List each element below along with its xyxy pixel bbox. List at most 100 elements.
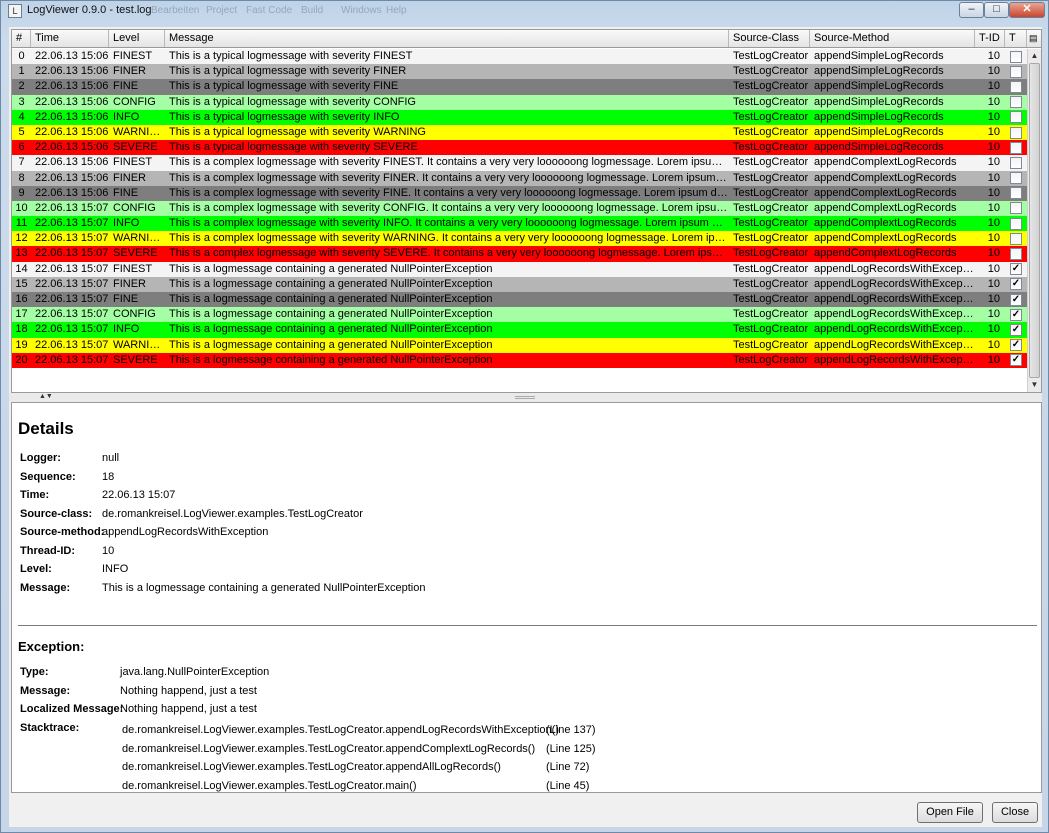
- background-menu-item: Help: [386, 5, 407, 16]
- row-throwable-cell: [1005, 231, 1027, 246]
- table-row[interactable]: 3 22.06.13 15:06 CONFIG This is a typical l…: [12, 94, 1027, 110]
- row-throwable-cell: [1005, 186, 1027, 201]
- row-throwable-cell: [1005, 246, 1027, 261]
- table-row[interactable]: 10 22.06.13 15:07 CONFIG This is a complex …: [12, 200, 1027, 217]
- table-scrollbar[interactable]: ▲ ▼: [1027, 49, 1041, 392]
- scroll-up-icon[interactable]: ▲: [1028, 50, 1041, 62]
- details-divider: [18, 625, 1037, 626]
- detail-label: Message:: [20, 581, 71, 594]
- row-thread-id: 10: [987, 141, 1000, 154]
- table-row[interactable]: 5 22.06.13 15:06 WARNING This is a typical …: [12, 124, 1027, 141]
- row-source-method: appendLogRecordsWithException: [814, 308, 975, 321]
- throwable-checkbox[interactable]: [1010, 141, 1022, 154]
- row-throwable-cell: ✓: [1005, 292, 1027, 307]
- column-header-message[interactable]: Message: [165, 30, 729, 47]
- table-row[interactable]: 13 22.06.13 15:07 SEVERE This is a complex …: [12, 246, 1027, 262]
- close-window-button[interactable]: ✕: [1009, 2, 1045, 18]
- row-message: This is a typical logmessage with severi…: [169, 80, 399, 93]
- throwable-checkbox[interactable]: ✓: [1010, 339, 1022, 352]
- splitter-grip-icon[interactable]: [515, 396, 535, 399]
- throwable-checkbox[interactable]: [1010, 156, 1022, 169]
- throwable-checkbox[interactable]: ✓: [1010, 323, 1022, 336]
- title-bar[interactable]: L LogViewer 0.9.0 - test.log Bearbeiten P…: [1, 1, 1048, 21]
- throwable-checkbox[interactable]: ✓: [1010, 354, 1022, 367]
- table-row[interactable]: 9 22.06.13 15:06 FINE This is a complex log…: [12, 185, 1027, 201]
- splitter-collapse-icon[interactable]: ▲▼: [39, 393, 53, 401]
- row-source-method: appendSimpleLogRecords: [814, 65, 944, 78]
- row-throwable-cell: [1005, 64, 1027, 79]
- column-header-throwable[interactable]: T: [1005, 30, 1027, 47]
- table-body: 0 22.06.13 15:06 FINEST This is a typical l…: [12, 49, 1027, 368]
- minimize-button[interactable]: –: [959, 2, 984, 18]
- maximize-button[interactable]: □: [984, 2, 1009, 18]
- table-row[interactable]: 0 22.06.13 15:06 FINEST This is a typical l…: [12, 49, 1027, 65]
- row-number: 16: [15, 293, 28, 305]
- table-row[interactable]: 20 22.06.13 15:07 SEVERE This is a logmessa…: [12, 352, 1027, 368]
- row-level: WARNING: [113, 338, 165, 351]
- table-row[interactable]: 19 22.06.13 15:07 WARNING This is a logmess…: [12, 337, 1027, 353]
- throwable-checkbox[interactable]: [1010, 96, 1022, 109]
- throwable-checkbox[interactable]: [1010, 50, 1022, 63]
- throwable-checkbox[interactable]: [1010, 187, 1022, 200]
- column-header-source-method[interactable]: Source-Method: [810, 30, 975, 47]
- row-message: This is a complex logmessage with severi…: [169, 171, 729, 184]
- scroll-down-icon[interactable]: ▼: [1028, 379, 1041, 391]
- table-row[interactable]: 7 22.06.13 15:06 FINEST This is a complex l…: [12, 155, 1027, 171]
- close-button[interactable]: Close: [992, 802, 1038, 823]
- open-file-button[interactable]: Open File: [917, 802, 983, 823]
- row-time: 22.06.13 15:07: [35, 262, 109, 275]
- table-row[interactable]: 12 22.06.13 15:07 WARNING This is a complex…: [12, 231, 1027, 247]
- row-throwable-cell: [1005, 216, 1027, 231]
- background-menu-item: Bearbeiten: [151, 5, 200, 16]
- table-row[interactable]: 4 22.06.13 15:06 INFO This is a typical log…: [12, 109, 1027, 125]
- row-number: 19: [15, 338, 28, 351]
- throwable-checkbox[interactable]: [1010, 232, 1022, 245]
- table-row[interactable]: 18 22.06.13 15:07 INFO This is a logmessage…: [12, 322, 1027, 338]
- row-source-class: TestLogCreator: [733, 308, 809, 321]
- throwable-checkbox[interactable]: [1010, 217, 1022, 230]
- row-time: 22.06.13 15:07: [35, 323, 109, 336]
- table-row[interactable]: 17 22.06.13 15:07 CONFIG This is a logmessa…: [12, 307, 1027, 323]
- table-row[interactable]: 1 22.06.13 15:06 FINER This is a typical lo…: [12, 64, 1027, 80]
- throwable-checkbox[interactable]: ✓: [1010, 308, 1022, 321]
- row-thread-id: 10: [987, 323, 1000, 336]
- table-row[interactable]: 16 22.06.13 15:07 FINE This is a logmessage…: [12, 292, 1027, 308]
- row-throwable-cell: ✓: [1005, 322, 1027, 337]
- throwable-checkbox[interactable]: [1010, 80, 1022, 93]
- table-row[interactable]: 6 22.06.13 15:06 SEVERE This is a typical l…: [12, 140, 1027, 156]
- throwable-checkbox[interactable]: [1010, 172, 1022, 185]
- throwable-checkbox[interactable]: [1010, 126, 1022, 139]
- background-menu-item: Windows: [341, 5, 382, 16]
- row-thread-id: 10: [987, 95, 1000, 108]
- column-header-time[interactable]: Time: [31, 30, 109, 47]
- detail-value: This is a logmessage containing a genera…: [102, 581, 426, 594]
- throwable-checkbox[interactable]: [1010, 65, 1022, 78]
- column-header-thread-id[interactable]: T-ID: [975, 30, 1005, 47]
- table-row[interactable]: 15 22.06.13 15:07 FINER This is a logmessag…: [12, 276, 1027, 292]
- stacktrace-line: (Line 137): [546, 724, 596, 736]
- table-row[interactable]: 11 22.06.13 15:07 INFO This is a complex lo…: [12, 216, 1027, 232]
- row-level: CONFIG: [113, 95, 156, 108]
- row-level: CONFIG: [113, 201, 156, 214]
- table-row[interactable]: 14 22.06.13 15:07 FINEST This is a logmessa…: [12, 261, 1027, 277]
- column-menu-icon[interactable]: ▤: [1027, 30, 1041, 47]
- row-throwable-cell: [1005, 79, 1027, 94]
- throwable-checkbox[interactable]: ✓: [1010, 263, 1022, 276]
- throwable-checkbox[interactable]: [1010, 202, 1022, 215]
- row-message: This is a complex logmessage with severi…: [169, 247, 729, 260]
- scrollbar-thumb[interactable]: [1029, 63, 1040, 378]
- throwable-checkbox[interactable]: [1010, 248, 1022, 261]
- throwable-checkbox[interactable]: [1010, 111, 1022, 124]
- column-header-level[interactable]: Level: [109, 30, 165, 47]
- throwable-checkbox[interactable]: ✓: [1010, 293, 1022, 306]
- throwable-checkbox[interactable]: ✓: [1010, 278, 1022, 291]
- detail-value: 22.06.13 15:07: [102, 489, 176, 501]
- column-header-number[interactable]: #: [12, 30, 31, 47]
- table-row[interactable]: 2 22.06.13 15:06 FINE This is a typical log…: [12, 79, 1027, 95]
- stacktrace-label: Stacktrace:: [20, 721, 80, 734]
- column-header-source-class[interactable]: Source-Class: [729, 30, 810, 47]
- split-pane-divider[interactable]: ▲▼: [9, 393, 1042, 402]
- row-number: 8: [18, 171, 25, 184]
- log-table[interactable]: # Time Level Message Source-Class Source…: [11, 29, 1042, 393]
- table-row[interactable]: 8 22.06.13 15:06 FINER This is a complex lo…: [12, 170, 1027, 186]
